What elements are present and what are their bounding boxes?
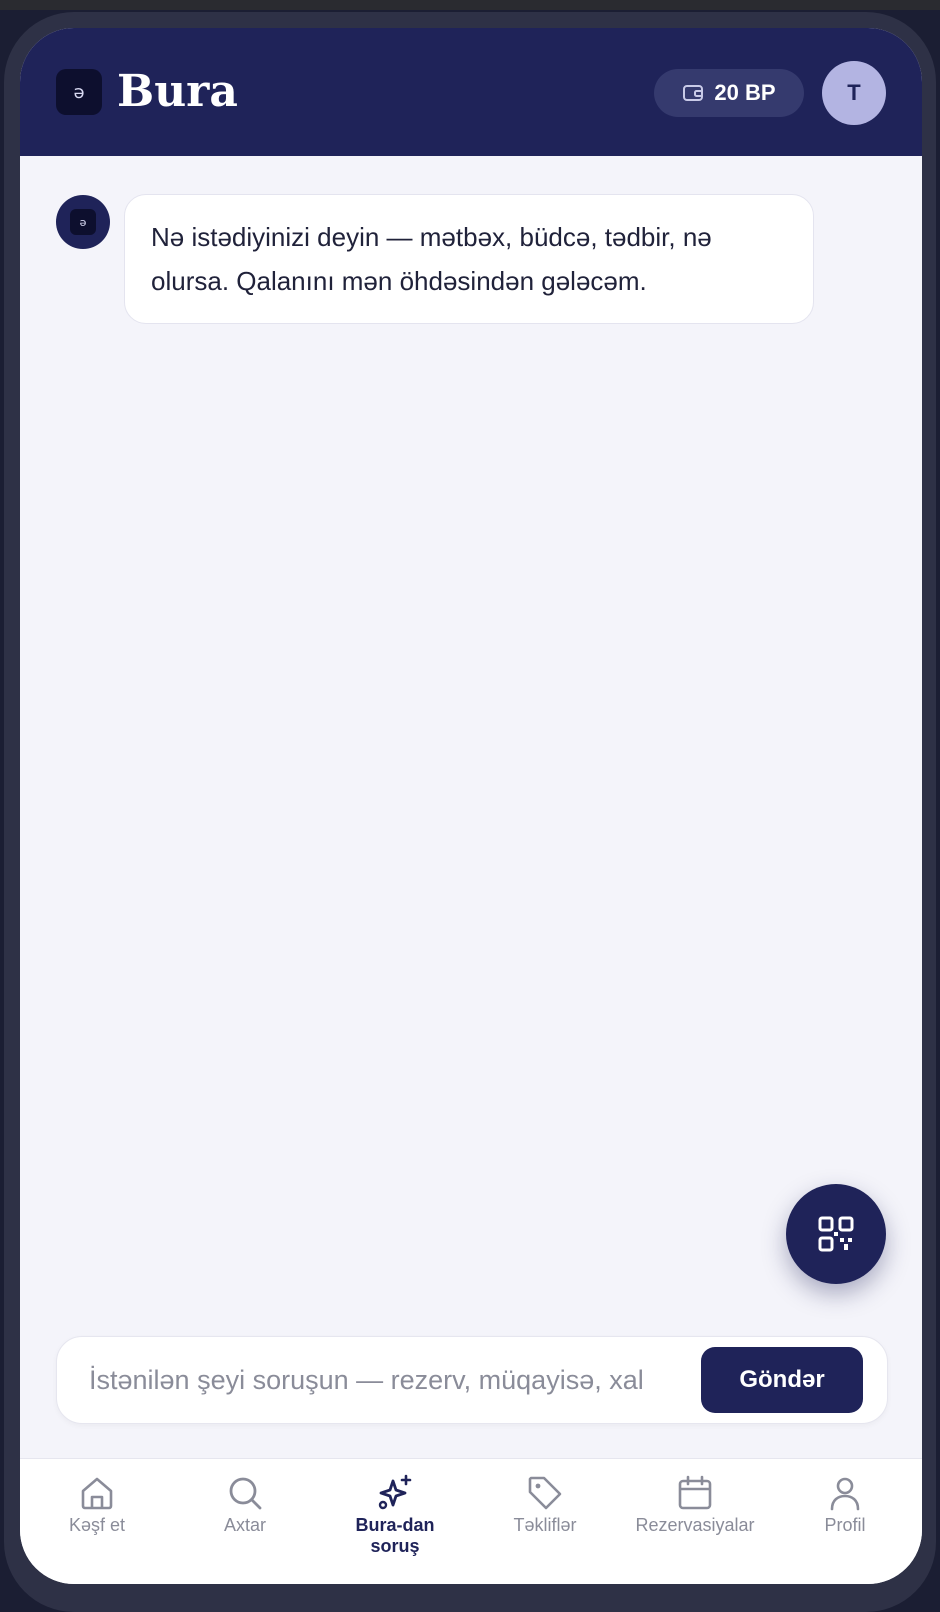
assistant-message-bubble: Nə istədiyinizi deyin — mətbəx, büdcə, t…	[124, 194, 814, 324]
avatar-initial: T	[847, 80, 861, 105]
chat-input[interactable]	[87, 1349, 691, 1411]
tag-icon	[528, 1476, 562, 1510]
assistant-logo-icon: ə	[70, 209, 96, 235]
search-icon	[229, 1477, 262, 1510]
nav-label-profile: Profil	[824, 1515, 866, 1535]
app-screen: ə Bura 20 BP T ə Nə istədiyinizi deyin —…	[20, 28, 922, 1584]
app-header: ə Bura 20 BP T	[20, 28, 922, 156]
user-avatar[interactable]: T	[822, 61, 886, 125]
points-balance-badge[interactable]: 20 BP	[654, 69, 804, 117]
send-button[interactable]: Göndər	[701, 1347, 863, 1413]
window-top-edge	[0, 0, 940, 10]
nav-item-profile[interactable]: Profil	[770, 1473, 920, 1536]
assistant-message-text: Nə istədiyinizi deyin — mətbəx, büdcə, t…	[151, 222, 712, 296]
nav-label-search: Axtar	[223, 1515, 266, 1535]
nav-label-explore: Kəşf et	[68, 1515, 126, 1535]
bottom-navigation: Kəşf et Axtar Bura-dan soruş Təkliflər R…	[20, 1458, 922, 1584]
chat-composer: Göndər	[56, 1336, 888, 1424]
nav-item-reservations[interactable]: Rezervasiyalar	[620, 1473, 770, 1536]
nav-item-explore[interactable]: Kəşf et	[22, 1473, 172, 1536]
sparkles-icon	[378, 1474, 412, 1510]
assistant-glyph: ə	[79, 215, 87, 229]
app-logo[interactable]: ə	[56, 69, 102, 115]
app-brand-name: Bura	[117, 66, 238, 117]
assistant-avatar: ə	[56, 195, 110, 249]
user-icon	[830, 1477, 860, 1511]
nav-item-ask-bura[interactable]: Bura-dan soruş	[320, 1473, 470, 1557]
home-icon	[81, 1477, 113, 1510]
points-balance-text: 20 BP	[714, 80, 776, 105]
nav-label-ask-bura: Bura-dan soruş	[355, 1515, 435, 1556]
qr-code-icon	[818, 1216, 854, 1252]
wallet-icon	[683, 85, 704, 101]
calendar-icon	[678, 1475, 712, 1510]
nav-label-reservations: Rezervasiyalar	[635, 1515, 755, 1535]
nav-label-offers: Təkliflər	[513, 1515, 577, 1535]
nav-item-offers[interactable]: Təkliflər	[470, 1473, 620, 1536]
nav-item-search[interactable]: Axtar	[170, 1473, 320, 1536]
qr-scan-button[interactable]	[786, 1184, 886, 1284]
logo-glyph: ə	[73, 81, 85, 103]
